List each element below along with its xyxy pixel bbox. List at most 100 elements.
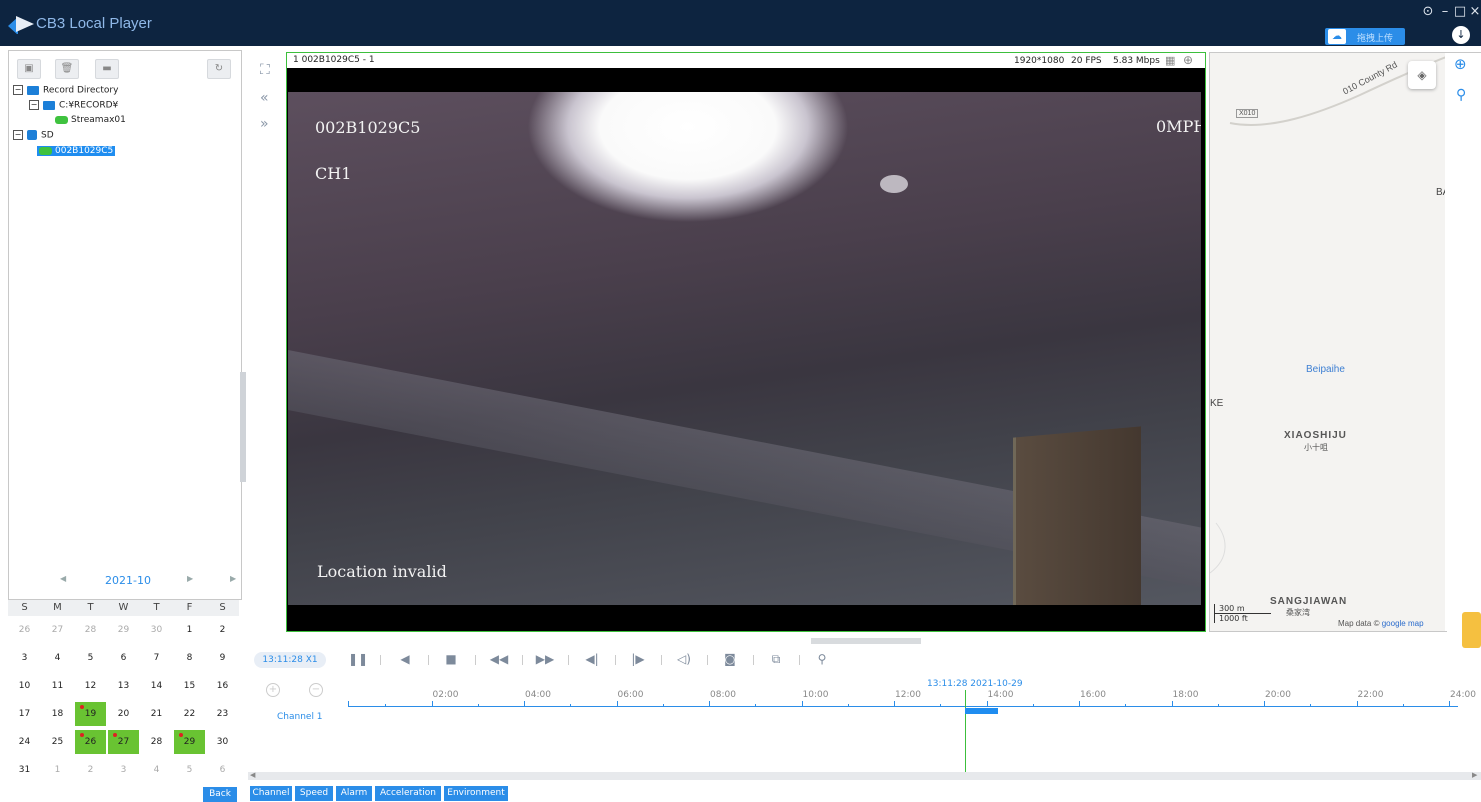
location-pin-icon[interactable]: ⚲ (1456, 87, 1466, 103)
calendar-day[interactable]: 31 (9, 758, 40, 782)
calendar-day[interactable]: 15 (174, 674, 205, 698)
tree-item-record-path[interactable]: − C:¥RECORD¥ (29, 100, 118, 114)
tree-item-sd[interactable]: − SD (13, 130, 54, 144)
tab-channel[interactable]: Channel (250, 786, 292, 801)
mosaic-icon[interactable]: ▦ (1165, 54, 1175, 67)
add-folder-button[interactable]: ▣ (17, 59, 41, 79)
left-panel-splitter[interactable] (240, 372, 246, 482)
calendar-day[interactable]: 25 (42, 730, 73, 754)
calendar-day[interactable]: 19 (75, 702, 106, 726)
calendar-day[interactable]: 7 (141, 646, 172, 670)
video-panel-splitter[interactable] (811, 638, 921, 644)
tree-item-streamax01[interactable]: Streamax01 (55, 115, 126, 129)
recording-segment[interactable] (965, 708, 998, 714)
calendar-day[interactable]: 2 (75, 758, 106, 782)
drag-upload-button[interactable]: ☁ 拖拽上传 (1325, 28, 1405, 45)
calendar-day[interactable]: 20 (108, 702, 139, 726)
timeline-zoom-out-icon[interactable]: − (309, 683, 323, 697)
calendar-day[interactable]: 3 (9, 646, 40, 670)
timeline-zoom-in-icon[interactable]: + (266, 683, 280, 697)
calendar-day[interactable]: 5 (174, 758, 205, 782)
calendar-day[interactable]: 17 (9, 702, 40, 726)
search-icon[interactable]: ⚲ (812, 652, 832, 666)
zoom-in-icon[interactable]: ⊕ (1183, 53, 1193, 67)
calendar-day[interactable]: 4 (42, 646, 73, 670)
clip-icon[interactable]: ⧉ (766, 652, 786, 667)
calendar-day[interactable]: 12 (75, 674, 106, 698)
collapse-icon[interactable]: − (13, 85, 23, 95)
calendar-day[interactable]: 27 (42, 618, 73, 642)
calendar-day[interactable]: 28 (141, 730, 172, 754)
close-button[interactable]: × (1468, 4, 1481, 19)
snapshot-icon[interactable]: ◙ (720, 652, 740, 666)
open-folder-button[interactable]: ▬ (95, 59, 119, 79)
collapse-left-icon[interactable]: « (260, 90, 269, 106)
calendar-day[interactable]: 23 (207, 702, 238, 726)
calendar-day[interactable]: 22 (174, 702, 205, 726)
pause-button[interactable]: ❚❚ (348, 652, 368, 666)
download-icon[interactable]: ↓ (1452, 26, 1470, 44)
collapse-icon[interactable]: − (13, 130, 23, 140)
google-map-link[interactable]: google map (1382, 619, 1424, 628)
refresh-button[interactable]: ↻ (207, 59, 231, 79)
calendar-day[interactable]: 27 (108, 730, 139, 754)
map-panel[interactable]: 010 County Rd X010 BA KE Beipaihe XIAOSH… (1209, 52, 1447, 632)
calendar-day[interactable]: 30 (207, 730, 238, 754)
calendar-day[interactable]: 11 (42, 674, 73, 698)
calendar-day[interactable]: 21 (141, 702, 172, 726)
prev-frame-button[interactable]: ◀| (582, 652, 602, 666)
calendar-day[interactable]: 5 (75, 646, 106, 670)
timeline-scrollbar[interactable]: ◀ ▶ (248, 771, 1481, 780)
fast-forward-button[interactable]: ▶▶ (535, 652, 555, 666)
stop-button[interactable]: ■ (441, 652, 461, 666)
volume-icon[interactable]: ◁) (674, 652, 694, 666)
next-year-button[interactable]: ▶ (230, 574, 236, 583)
calendar-day[interactable]: 1 (174, 618, 205, 642)
locate-icon[interactable]: ⊕ (1454, 55, 1467, 73)
settings-icon[interactable]: ⊙ (1421, 4, 1435, 19)
tree-item-device-selected[interactable]: 002B1029C5 (37, 146, 116, 160)
tab-speed[interactable]: Speed (295, 786, 333, 801)
calendar-day[interactable]: 4 (141, 758, 172, 782)
calendar-day[interactable]: 8 (174, 646, 205, 670)
calendar-day[interactable]: 16 (207, 674, 238, 698)
calendar-day[interactable]: 10 (9, 674, 40, 698)
calendar-day[interactable]: 6 (108, 646, 139, 670)
delete-button[interactable]: 🗑 (55, 59, 79, 79)
tab-environment[interactable]: Environment (444, 786, 508, 801)
video-player[interactable]: 1 002B1029C5 - 1 1920*1080 20 FPS 5.83 M… (286, 52, 1206, 632)
tab-alarm[interactable]: Alarm (336, 786, 372, 801)
calendar-day[interactable]: 29 (108, 618, 139, 642)
calendar-day[interactable]: 1 (42, 758, 73, 782)
calendar-day[interactable]: 2 (207, 618, 238, 642)
map-layers-icon[interactable]: ◈ (1408, 61, 1436, 89)
calendar-day[interactable]: 28 (75, 618, 106, 642)
minimize-button[interactable]: – (1438, 4, 1452, 19)
back-button[interactable]: Back (203, 787, 237, 802)
calendar-day[interactable]: 14 (141, 674, 172, 698)
scroll-left-icon[interactable]: ◀ (250, 771, 255, 779)
scroll-right-icon[interactable]: ▶ (1472, 771, 1477, 779)
calendar-day[interactable]: 24 (9, 730, 40, 754)
prev-month-button[interactable]: ◀ (60, 574, 66, 583)
next-frame-button[interactable]: |▶ (628, 652, 648, 666)
rewind-button[interactable]: ◀◀ (489, 652, 509, 666)
collapse-icon[interactable]: − (29, 100, 39, 110)
maximize-button[interactable]: □ (1453, 4, 1467, 19)
calendar-day[interactable]: 18 (42, 702, 73, 726)
calendar-day[interactable]: 3 (108, 758, 139, 782)
calendar-day[interactable]: 26 (75, 730, 106, 754)
tree-item-record-directory[interactable]: − Record Directory (13, 85, 118, 99)
fullscreen-icon[interactable]: ⛶ (260, 62, 270, 78)
tab-acceleration[interactable]: Acceleration (375, 786, 441, 801)
timeline-axis[interactable] (348, 706, 1458, 707)
calendar-day[interactable]: 9 (207, 646, 238, 670)
calendar-day[interactable]: 29 (174, 730, 205, 754)
calendar-day[interactable]: 13 (108, 674, 139, 698)
calendar-day[interactable]: 6 (207, 758, 238, 782)
side-drawer-handle[interactable] (1462, 612, 1481, 648)
expand-right-icon[interactable]: » (260, 116, 269, 132)
next-month-button[interactable]: ▶ (187, 574, 193, 583)
calendar-day[interactable]: 30 (141, 618, 172, 642)
calendar-day[interactable]: 26 (9, 618, 40, 642)
